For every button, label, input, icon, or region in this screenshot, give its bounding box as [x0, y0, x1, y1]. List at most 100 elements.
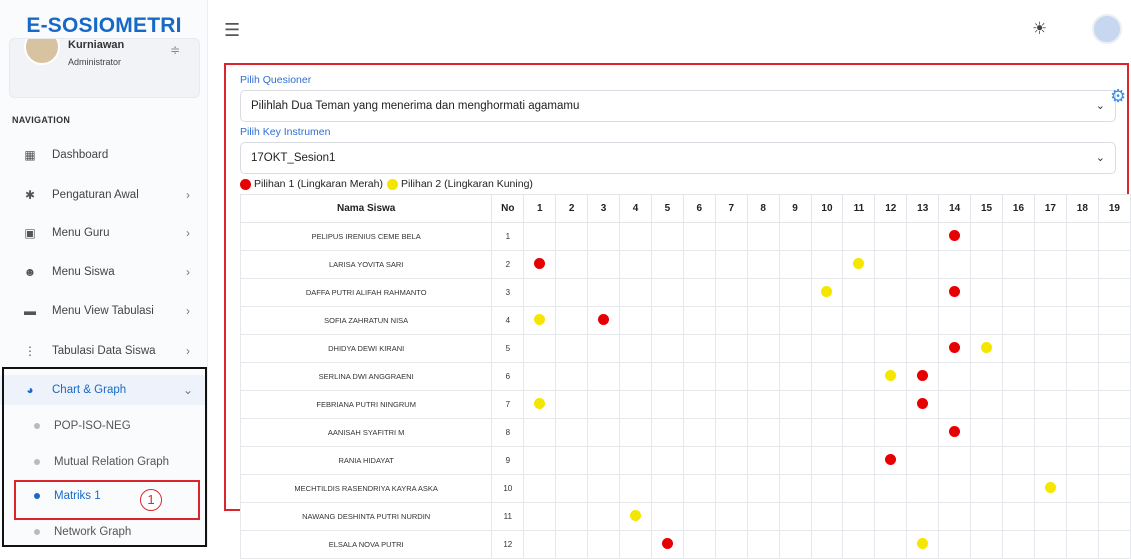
matrix-cell [555, 418, 589, 447]
matrix-cell [906, 306, 940, 335]
column-header-student-14: 14 [938, 194, 972, 223]
matrix-cell [906, 390, 940, 419]
yellow-choice-marker [534, 314, 546, 325]
nav-heading: NAVIGATION [12, 115, 71, 125]
matrix-cell [1097, 474, 1131, 503]
table-row: DAFFA PUTRI ALIFAH RAHMANTO 3 [239, 278, 1131, 307]
matrix-cell [970, 390, 1004, 419]
user-avatar[interactable] [24, 39, 60, 65]
matrix-cell [970, 222, 1004, 251]
yellow-choice-marker [534, 398, 546, 409]
profile-avatar[interactable] [1092, 14, 1122, 44]
theme-toggle-icon[interactable]: ☀ [1032, 19, 1047, 39]
matrix-cell [906, 446, 940, 475]
matrix-cell [682, 446, 716, 475]
matrix-cell [1002, 278, 1035, 307]
column-header-student-9: 9 [778, 194, 812, 223]
matrix-cell [650, 250, 684, 279]
sidebar-item-pengaturan-awal[interactable]: ✱ Pengaturan Awal › [0, 180, 207, 210]
sidebar-item-dashboard[interactable]: ▦ Dashboard [0, 140, 207, 170]
legend: Pilihan 1 (Lingkaran Merah) Pilihan 2 (L… [240, 178, 533, 190]
matrix-cell [746, 250, 780, 279]
sidebar-item-label: Menu Guru [52, 227, 110, 239]
matrix-cell [874, 250, 908, 279]
matrix-cell [778, 418, 812, 447]
matrix-cell [938, 446, 972, 475]
column-header-student-5: 5 [650, 194, 684, 223]
matrix-cell [714, 278, 748, 307]
matrix-cell [1033, 418, 1067, 447]
column-header-student-3: 3 [587, 194, 621, 223]
matrix-cell [1002, 502, 1035, 531]
matrix-cell [1033, 222, 1067, 251]
key-select[interactable]: 17OKT_Sesion1 ⌄ [240, 142, 1116, 174]
matrix-cell [523, 530, 557, 559]
student-name: SERLINA DWI ANGGRAENI [239, 362, 493, 391]
matrix-cell [650, 390, 684, 419]
matrix-cell [555, 446, 589, 475]
matrix-cell [778, 530, 812, 559]
matrix-cell [1033, 306, 1067, 335]
matrix-cell [714, 418, 748, 447]
matrix-cell [906, 418, 940, 447]
app-logo[interactable]: E-SOSIOMETRI [0, 14, 207, 38]
matrix-cell [1097, 222, 1131, 251]
teacher-icon: ▣ [24, 226, 36, 240]
sidebar-item-menu-guru[interactable]: ▣ Menu Guru › [0, 218, 207, 248]
matrix-cell [906, 362, 940, 391]
matrix-cell [1065, 362, 1099, 391]
questioner-label: Pilih Quesioner [240, 74, 312, 86]
matrix-cell [906, 250, 940, 279]
matrix-cell [650, 222, 684, 251]
student-number: 3 [491, 278, 525, 307]
settings-gear-icon[interactable]: ⚙ [1110, 86, 1126, 107]
table-row: SERLINA DWI ANGGRAENI 6 [239, 362, 1131, 391]
questioner-select[interactable]: Pilihlah Dua Teman yang menerima dan men… [240, 90, 1116, 122]
student-number: 12 [491, 530, 525, 559]
hamburger-menu-icon[interactable]: ☰ [224, 20, 240, 41]
matrix-cell [842, 278, 876, 307]
matrix-cell [619, 334, 652, 363]
red-choice-marker [917, 398, 929, 409]
sociometric-matrix: Nama Siswa No 1 2 3 4 5 6 7 8 9 10 11 12 13 14 15 16 17 18 1… [239, 194, 1131, 559]
matrix-cell [682, 222, 716, 251]
marker-one: 1 [140, 489, 162, 511]
student-name: DAFFA PUTRI ALIFAH RAHMANTO [239, 278, 493, 307]
student-number: 6 [491, 362, 525, 391]
tabulation-icon: ⋮ [24, 344, 36, 358]
matrix-cell [874, 418, 908, 447]
student-name: MECHTILDIS RASENDRIYA KAYRA ASKA [239, 474, 493, 503]
matrix-cell [1065, 446, 1099, 475]
sidebar-item-menu-view-tabulasi[interactable]: ▬ Menu View Tabulasi › [0, 296, 207, 326]
matrix-cell [587, 334, 621, 363]
user-card: Kurniawan Administrator ≑ [9, 38, 200, 98]
matrix-cell [1065, 390, 1099, 419]
table-row: AANISAH SYAFITRI M8 [239, 418, 1131, 447]
matrix-cell [1065, 530, 1099, 559]
yellow-choice-marker [885, 370, 897, 381]
column-header-student-7: 7 [714, 194, 748, 223]
matrix-cell [587, 390, 621, 419]
matrix-cell [1033, 446, 1067, 475]
matrix-cell [1097, 418, 1131, 447]
column-header-no: No [491, 194, 525, 223]
table-row: NAWANG DESHINTA PUTRI NURDIN 11 [239, 502, 1131, 531]
matrix-cell [778, 250, 812, 279]
sidebar-item-tabulasi-data-siswa[interactable]: ⋮ Tabulasi Data Siswa › [0, 336, 207, 366]
matrix-cell [778, 362, 812, 391]
matrix-cell [874, 530, 908, 559]
matrix-cell [714, 362, 748, 391]
user-role: Administrator [68, 57, 122, 67]
sidebar-item-menu-siswa[interactable]: ☻ Menu Siswa › [0, 257, 207, 287]
matrix-cell [778, 278, 812, 307]
column-header-student-15: 15 [970, 194, 1004, 223]
column-header-student-4: 4 [619, 194, 652, 223]
matrix-cell [874, 390, 908, 419]
matrix-cell [1002, 390, 1035, 419]
matrix-cell [874, 362, 908, 391]
matrix-cell [682, 306, 716, 335]
column-header-student-11: 11 [842, 194, 876, 223]
red-choice-marker [534, 258, 546, 269]
matrix-cell [619, 222, 652, 251]
user-menu-icon[interactable]: ≑ [170, 43, 180, 57]
